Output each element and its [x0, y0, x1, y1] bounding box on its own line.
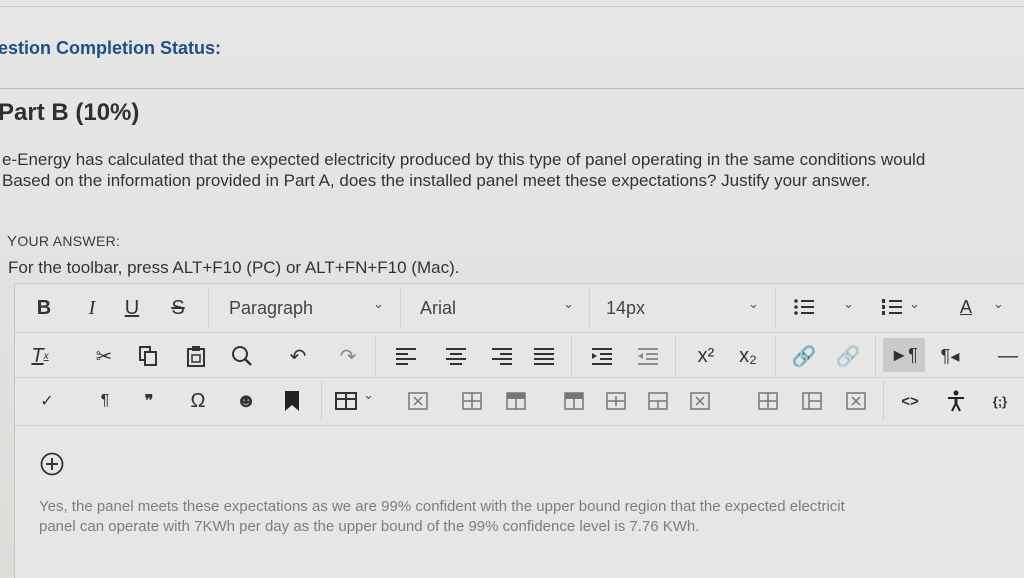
table-icon[interactable] — [333, 387, 359, 415]
chevron-down-icon[interactable]: ⌄ — [563, 296, 574, 312]
toolbar-row-2: Tx ✂ ↶ ↷ x² x₂ 🔗 🔗 ► ¶ ¶ ◂ — — [15, 332, 1024, 378]
redo-icon[interactable]: ↷ — [335, 342, 361, 370]
horizontal-line-button[interactable]: — — [997, 342, 1019, 370]
copy-icon[interactable] — [135, 342, 161, 370]
outdent-icon[interactable] — [635, 342, 661, 370]
code-sample-button[interactable]: {;} — [983, 387, 1017, 415]
link-icon[interactable]: 🔗 — [791, 342, 817, 370]
scissors-icon[interactable]: ✂ — [91, 342, 117, 370]
section-divider — [0, 88, 1024, 89]
table-row-props-icon[interactable] — [459, 387, 485, 415]
part-title: Part B (10%) — [0, 99, 140, 126]
underline-button[interactable]: U — [119, 294, 145, 322]
font-size-select[interactable]: 14px — [606, 294, 645, 322]
plus-circle-icon[interactable] — [39, 451, 65, 477]
toolbar-separator — [208, 288, 209, 328]
table-col-before-icon[interactable] — [755, 387, 781, 415]
search-icon[interactable] — [229, 342, 255, 370]
numbered-list-icon[interactable] — [879, 292, 905, 322]
font-select[interactable]: Arial — [420, 294, 456, 322]
top-divider — [0, 6, 1024, 7]
table-insert-col-icon[interactable] — [687, 387, 713, 415]
question-line-1: e-Energy has calculated that the expecte… — [2, 150, 926, 169]
question-line-2: Based on the information provided in Par… — [2, 171, 871, 190]
chevron-down-icon[interactable]: ⌄ — [373, 296, 384, 312]
ltr-icon[interactable]: ► ¶ — [883, 338, 925, 372]
question-text: e-Energy has calculated that the expecte… — [2, 149, 925, 191]
undo-icon[interactable]: ↶ — [285, 342, 311, 370]
italic-button[interactable]: I — [79, 294, 105, 322]
paragraph-button[interactable]: ¶ — [93, 387, 117, 415]
paste-icon[interactable] — [183, 342, 209, 370]
source-code-button[interactable]: <> — [895, 387, 925, 415]
emoji-icon[interactable]: ☻ — [233, 387, 259, 415]
indent-icon[interactable] — [589, 342, 615, 370]
rich-text-editor[interactable]: B I U S Paragraph ⌄ Arial ⌄ 14px ⌄ ⌄ ⌄ A… — [14, 283, 1024, 578]
format-select[interactable]: Paragraph — [229, 294, 313, 322]
justify-icon[interactable] — [531, 342, 557, 370]
strikethrough-button[interactable]: S — [165, 294, 191, 322]
table-insert-row-before-icon[interactable] — [561, 387, 587, 415]
chevron-down-icon[interactable]: ⌄ — [363, 387, 374, 403]
toolbar-separator — [400, 288, 401, 328]
superscript-button[interactable]: x² — [691, 342, 721, 370]
table-col-after-icon[interactable] — [799, 387, 825, 415]
blockquote-button[interactable]: ❞ — [137, 387, 161, 415]
align-center-icon[interactable] — [443, 342, 469, 370]
toolbar-separator — [675, 336, 676, 376]
chevron-down-icon[interactable]: ⌄ — [993, 296, 1004, 312]
toolbar-separator — [375, 336, 376, 376]
chevron-down-icon[interactable]: ⌄ — [843, 296, 854, 312]
bold-button[interactable]: B — [31, 294, 57, 322]
toolbar-separator — [589, 288, 590, 328]
answer-textarea[interactable]: Yes, the panel meets these expectations … — [39, 497, 845, 537]
completion-status-label: estion Completion Status: — [0, 38, 222, 58]
toolbar-separator — [775, 288, 776, 328]
bookmark-icon[interactable] — [281, 387, 303, 415]
table-insert-row-after-icon[interactable] — [603, 387, 629, 415]
align-right-icon[interactable] — [489, 342, 515, 370]
toolbar-row-1: B I U S Paragraph ⌄ Arial ⌄ 14px ⌄ ⌄ ⌄ A… — [15, 284, 1024, 333]
rtl-icon[interactable]: ¶ ◂ — [935, 342, 965, 370]
bullet-list-icon[interactable] — [791, 292, 817, 322]
toolbar-separator — [883, 381, 884, 421]
toolbar-separator — [775, 336, 776, 376]
chevron-down-icon[interactable]: ⌄ — [748, 296, 759, 312]
subscript-button[interactable]: x₂ — [733, 342, 763, 370]
unlink-icon[interactable]: 🔗 — [835, 342, 861, 370]
table-delete-col-icon[interactable] — [843, 387, 869, 415]
special-character-button[interactable]: Ω — [185, 387, 211, 415]
answer-line-1: Yes, the panel meets these expectations … — [39, 498, 845, 515]
toolbar-hint: For the toolbar, press ALT+F10 (PC) or A… — [8, 258, 460, 277]
toolbar-separator — [321, 381, 322, 421]
font-color-button[interactable]: A — [953, 292, 979, 322]
toolbar-separator — [875, 336, 876, 376]
delete-table-icon[interactable] — [405, 387, 431, 415]
checkmark-icon[interactable]: ✓ — [35, 387, 59, 415]
align-left-icon[interactable] — [393, 342, 419, 370]
your-answer-label: YOUR ANSWER: — [7, 233, 121, 250]
table-cell-props-icon[interactable] — [503, 387, 529, 415]
toolbar-separator — [571, 336, 572, 376]
table-delete-row-icon[interactable] — [645, 387, 671, 415]
accessibility-icon[interactable] — [943, 387, 969, 415]
chevron-down-icon[interactable]: ⌄ — [909, 296, 920, 312]
answer-line-2: panel can operate with 7KWh per day as t… — [39, 518, 700, 535]
clear-format-icon[interactable]: Tx — [27, 342, 53, 370]
toolbar-row-3: ✓ ¶ ❞ Ω ☻ ⌄ <> {;} — [15, 377, 1024, 426]
